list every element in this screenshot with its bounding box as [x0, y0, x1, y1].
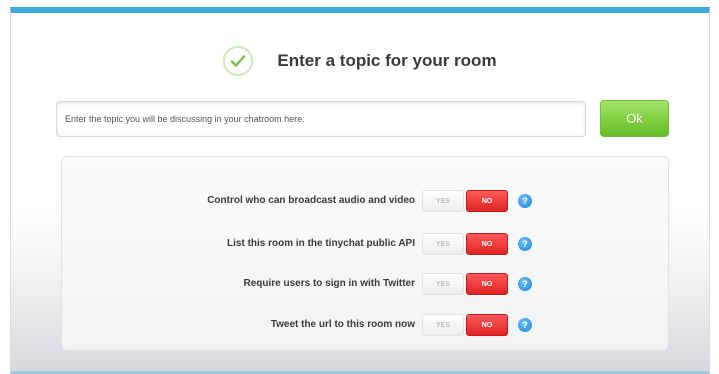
option-row-tweet-url: Tweet the url to this room now YES NO ?	[62, 314, 670, 336]
no-toggle-button[interactable]: NO	[466, 314, 508, 336]
no-toggle-button[interactable]: NO	[466, 190, 508, 212]
option-label: List this room in the tinychat public AP…	[227, 238, 415, 249]
help-icon[interactable]: ?	[518, 318, 532, 332]
dialog-window: Enter a topic for your room Ok Control w…	[10, 7, 710, 374]
option-row-public-api: List this room in the tinychat public AP…	[62, 233, 670, 255]
no-toggle-button[interactable]: NO	[466, 273, 508, 295]
yes-toggle-button[interactable]: YES	[422, 314, 464, 336]
topic-input[interactable]	[56, 101, 586, 137]
option-row-broadcast-control: Control who can broadcast audio and vide…	[62, 190, 670, 212]
yes-toggle-button[interactable]: YES	[422, 273, 464, 295]
help-icon[interactable]: ?	[518, 277, 532, 291]
yes-toggle-button[interactable]: YES	[422, 190, 464, 212]
yes-toggle-button[interactable]: YES	[422, 233, 464, 255]
option-label: Tweet the url to this room now	[270, 319, 415, 330]
help-icon[interactable]: ?	[518, 194, 532, 208]
dialog-header: Enter a topic for your room	[11, 43, 709, 79]
ok-button[interactable]: Ok	[600, 100, 669, 137]
check-circle-icon	[223, 46, 254, 76]
no-toggle-button[interactable]: NO	[466, 233, 508, 255]
page-title: Enter a topic for your room	[277, 51, 497, 70]
option-label: Require users to sign in with Twitter	[243, 278, 416, 289]
option-label: Control who can broadcast audio and vide…	[207, 195, 415, 206]
room-options-panel: Control who can broadcast audio and vide…	[61, 156, 669, 351]
help-icon[interactable]: ?	[518, 237, 532, 251]
option-row-twitter-signin: Require users to sign in with Twitter YE…	[62, 273, 670, 295]
